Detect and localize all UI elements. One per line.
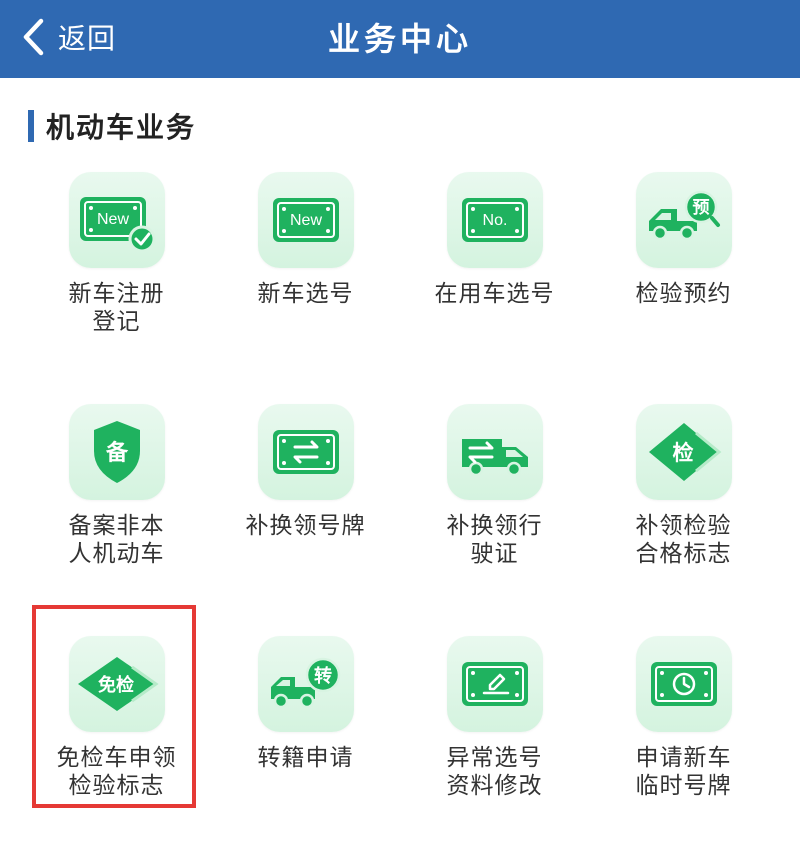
- service-label: 备案非本 人机动车: [68, 513, 165, 567]
- svg-text:New: New: [289, 212, 321, 229]
- service-reissue-inspection-mark[interactable]: 检 补领检验 合格标志: [589, 404, 778, 636]
- svg-text:转: 转: [314, 665, 332, 687]
- service-label: 异常选号 资料修改: [446, 745, 543, 799]
- plate-new-icon: New: [272, 198, 339, 242]
- service-new-car-plate-selection[interactable]: New 新车选号: [211, 172, 400, 404]
- service-label: 补领检验 合格标志: [635, 513, 732, 567]
- back-button[interactable]: 返回: [22, 12, 116, 62]
- plate-number-icon: No.: [461, 198, 528, 242]
- service-new-car-registration[interactable]: New 新车注册 登记: [22, 172, 211, 404]
- shield-icon: 备: [93, 421, 140, 483]
- service-apply-temporary-plate[interactable]: 申请新车 临时号牌: [589, 636, 778, 868]
- header-bar: 返回 业务中心: [0, 0, 800, 78]
- service-label: 新车注册 登记: [68, 281, 165, 335]
- section-accent-bar: [28, 110, 34, 142]
- plate-edit-icon: [461, 662, 528, 706]
- service-replace-license-plate[interactable]: 补换领号牌: [211, 404, 400, 636]
- svg-text:New: New: [96, 211, 128, 228]
- plate-swap-icon: [272, 430, 339, 474]
- service-label: 检验预约: [635, 281, 732, 307]
- svg-text:No.: No.: [482, 212, 507, 229]
- service-label: 补换领行 驶证: [446, 513, 543, 567]
- section-header: 机动车业务: [28, 108, 196, 144]
- service-label: 免检车申领 检验标志: [56, 745, 177, 799]
- section-title: 机动车业务: [46, 111, 197, 144]
- truck-swap-icon: [461, 439, 528, 477]
- truck-transfer-icon: 转: [270, 657, 340, 709]
- exempt-inspection-icon: 免检: [77, 657, 159, 711]
- service-modify-abnormal-selection-data[interactable]: 异常选号 资料修改: [400, 636, 589, 868]
- service-label: 补换领号牌: [245, 513, 366, 539]
- plate-new-check-icon: New: [79, 197, 155, 253]
- service-replace-driving-license[interactable]: 补换领行 驶证: [400, 404, 589, 636]
- inspection-diamond-icon: 检: [648, 423, 721, 481]
- plate-clock-icon: [650, 662, 717, 706]
- service-exempt-vehicle-inspection-mark[interactable]: 免检 免检车申领 检验标志: [22, 636, 211, 868]
- back-label: 返回: [58, 22, 117, 55]
- service-label: 转籍申请: [257, 745, 354, 771]
- chevron-left-icon: [23, 18, 44, 56]
- service-inspection-reservation[interactable]: 预 检验预约: [589, 172, 778, 404]
- service-label: 申请新车 临时号牌: [635, 745, 732, 799]
- svg-text:检: 检: [672, 441, 693, 465]
- service-grid: New 新车注册 登记 New 新车选号 No. 在用车选号 预 检验预约 备 …: [22, 172, 778, 868]
- svg-text:免检: 免检: [98, 674, 134, 696]
- service-used-car-plate-selection[interactable]: No. 在用车选号: [400, 172, 589, 404]
- svg-text:备: 备: [104, 440, 128, 466]
- service-label: 在用车选号: [434, 281, 555, 307]
- service-label: 新车选号: [257, 281, 354, 307]
- service-transfer-registration[interactable]: 转 转籍申请: [211, 636, 400, 868]
- page-title: 业务中心: [327, 20, 472, 58]
- svg-text:预: 预: [692, 198, 709, 218]
- truck-reserve-icon: 预: [648, 190, 720, 241]
- service-register-non-owner-vehicle[interactable]: 备 备案非本 人机动车: [22, 404, 211, 636]
